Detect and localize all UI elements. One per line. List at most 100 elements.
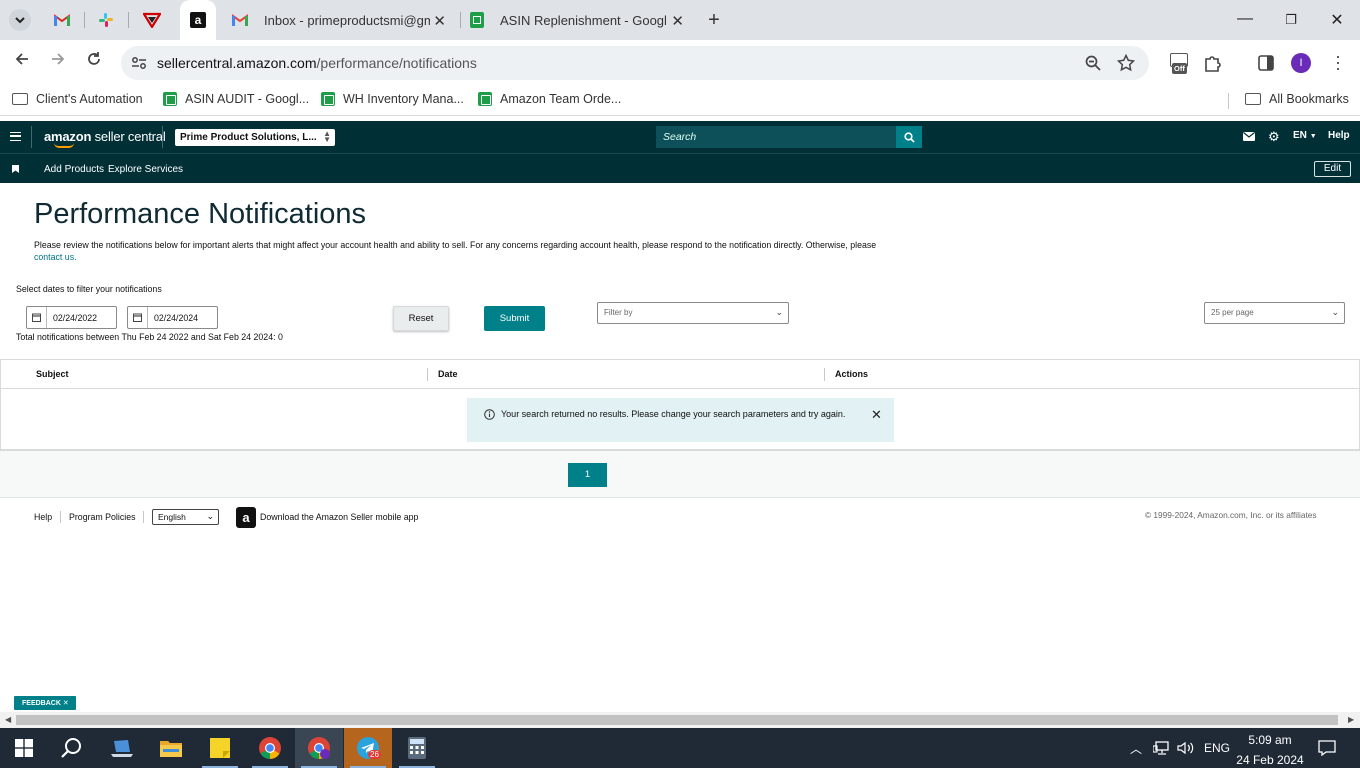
close-icon[interactable]: ✕ [871, 407, 882, 423]
settings-gear-icon[interactable]: ⚙ [1268, 130, 1280, 143]
site-settings-icon[interactable] [131, 56, 147, 70]
tab-inbox[interactable]: Inbox - primeproductsmi@gma ✕ [224, 0, 456, 40]
language-menu[interactable]: EN ▼ [1293, 130, 1317, 141]
windows-start-icon [15, 739, 33, 757]
browser-tab-bar: a Inbox - primeproductsmi@gma ✕ ASIN Rep… [0, 0, 1360, 40]
seller-search-button[interactable] [896, 126, 922, 148]
back-button[interactable] [10, 51, 34, 72]
close-icon[interactable]: ✕ [433, 12, 446, 30]
page-button-current[interactable]: 1 [568, 463, 607, 487]
notifications-button[interactable] [1318, 728, 1336, 768]
bookmark-clients-automation[interactable]: Client's Automation [12, 92, 143, 106]
bookmark-label: ASIN AUDIT - Googl... [185, 92, 310, 106]
zoom-icon[interactable] [1085, 55, 1101, 71]
volume-icon[interactable] [1177, 728, 1195, 768]
chevron-down-icon: ⌄ [1331, 307, 1339, 317]
column-date[interactable]: Date [438, 369, 458, 379]
edit-nav-button[interactable]: Edit [1314, 161, 1351, 177]
download-app-link[interactable]: Download the Amazon Seller mobile app [260, 512, 418, 522]
minimize-button[interactable]: — [1222, 10, 1268, 28]
slack-icon [99, 13, 113, 27]
add-products-link[interactable]: Add Products [44, 164, 104, 175]
filter-by-select[interactable]: Filter by ⌄ [597, 302, 789, 324]
feedback-button[interactable]: FEEDBACK ✕ [14, 696, 76, 710]
close-icon[interactable]: ✕ [63, 700, 69, 707]
hamburger-menu-icon[interactable] [10, 132, 21, 141]
taskbar-telegram[interactable]: 26 [344, 728, 392, 768]
seller-search-input[interactable]: Search [656, 126, 896, 148]
taskbar-chrome-profile[interactable] [295, 728, 343, 768]
footer-language-select[interactable]: English ⌄ [152, 509, 219, 525]
all-bookmarks-label: All Bookmarks [1269, 92, 1349, 106]
taskbar-chrome[interactable] [246, 728, 294, 768]
footer-help-link[interactable]: Help [34, 512, 52, 522]
date-to-input[interactable]: 02/24/2024 [127, 306, 218, 329]
taskbar-sticky-notes[interactable] [196, 728, 244, 768]
window-close-button[interactable]: ✕ [1314, 10, 1360, 30]
taskbar-clock[interactable]: 5:09 am 24 Feb 2024 [1232, 732, 1308, 768]
program-policies-link[interactable]: Program Policies [69, 512, 136, 522]
restore-button[interactable]: ❐ [1268, 12, 1314, 28]
per-page-select[interactable]: 25 per page ⌄ [1204, 302, 1345, 324]
bookmark-wh-inventory[interactable]: WH Inventory Mana... [321, 92, 464, 106]
tab-gmail[interactable] [44, 0, 80, 40]
windows-start-button[interactable] [0, 728, 48, 768]
forward-button[interactable] [46, 51, 70, 72]
scroll-right-icon[interactable]: ▶ [1348, 715, 1354, 724]
contact-us-link[interactable]: contact us. [34, 252, 77, 262]
chrome-icon [259, 737, 281, 759]
extensions-puzzle-icon[interactable] [1203, 53, 1223, 73]
account-switcher[interactable]: Prime Product Solutions, L... ▲ ▼ [175, 129, 335, 146]
horizontal-scrollbar[interactable]: ◀ ▶ [0, 712, 1360, 728]
tab-vpn[interactable] [134, 0, 170, 40]
bookmark-amazon-team-orders[interactable]: Amazon Team Orde... [478, 92, 621, 106]
bookmark-star-icon[interactable] [1117, 54, 1135, 72]
network-icon[interactable] [1153, 728, 1171, 768]
close-icon[interactable]: ✕ [671, 12, 684, 30]
bookmark-icon[interactable] [12, 165, 19, 173]
scrollbar-thumb[interactable] [16, 715, 1338, 725]
taskbar-search-button[interactable] [48, 728, 96, 768]
taskbar-laptop-app[interactable] [98, 728, 146, 768]
reset-button[interactable]: Reset [393, 306, 449, 331]
sheets-icon [470, 12, 484, 28]
date-from-input[interactable]: 02/24/2022 [26, 306, 117, 329]
show-hidden-icons[interactable]: ︿ [1130, 728, 1142, 768]
total-notifications-text: Total notifications between Thu Feb 24 2… [16, 332, 283, 342]
tab-amazon-seller-central[interactable]: a [180, 0, 216, 40]
tab-search-dropdown[interactable] [8, 0, 32, 40]
mail-icon[interactable] [1243, 132, 1255, 141]
no-results-message: Your search returned no results. Please … [501, 409, 846, 419]
scroll-left-icon[interactable]: ◀ [5, 715, 11, 724]
help-link[interactable]: Help [1328, 130, 1350, 141]
all-bookmarks[interactable]: All Bookmarks [1245, 92, 1349, 106]
amazon-app-icon[interactable]: a [236, 507, 256, 528]
chevron-up-icon: ︿ [1130, 741, 1143, 756]
tab-asin-replenishment[interactable]: ASIN Replenishment - Google S ✕ [462, 0, 694, 40]
taskbar-calculator[interactable] [393, 728, 441, 768]
taskbar-file-explorer[interactable] [147, 728, 195, 768]
extension-off-icon[interactable]: Off [1168, 53, 1192, 75]
seller-central-logo[interactable]: amazon seller central [44, 129, 166, 148]
bookmarks-bar: Client's Automation ASIN AUDIT - Googl..… [0, 86, 1360, 116]
bookmark-asin-audit[interactable]: ASIN AUDIT - Googl... [163, 92, 309, 106]
address-bar: sellercentral.amazon.com/performance/not… [0, 40, 1360, 86]
account-name: Prime Product Solutions, L... [180, 132, 317, 143]
input-language[interactable]: ENG [1204, 728, 1230, 768]
submit-button[interactable]: Submit [484, 306, 545, 331]
tab-slack[interactable] [88, 0, 124, 40]
file-explorer-icon [160, 741, 182, 757]
explore-services-link[interactable]: Explore Services [108, 164, 183, 175]
column-subject[interactable]: Subject [36, 369, 69, 379]
extension-badge: Off [1172, 63, 1187, 74]
sort-caret-icon: ▲ ▼ [323, 129, 331, 144]
action-center-icon [1318, 740, 1336, 756]
browser-menu-icon[interactable]: · · · [1332, 47, 1344, 77]
side-panel-icon[interactable] [1257, 54, 1275, 72]
profile-avatar[interactable]: I [1291, 53, 1311, 73]
omnibox[interactable]: sellercentral.amazon.com/performance/not… [121, 46, 1149, 80]
new-tab-button[interactable]: + [702, 0, 726, 40]
vpn-icon [143, 12, 161, 28]
calendar-icon [32, 313, 41, 322]
reload-button[interactable] [82, 51, 106, 72]
